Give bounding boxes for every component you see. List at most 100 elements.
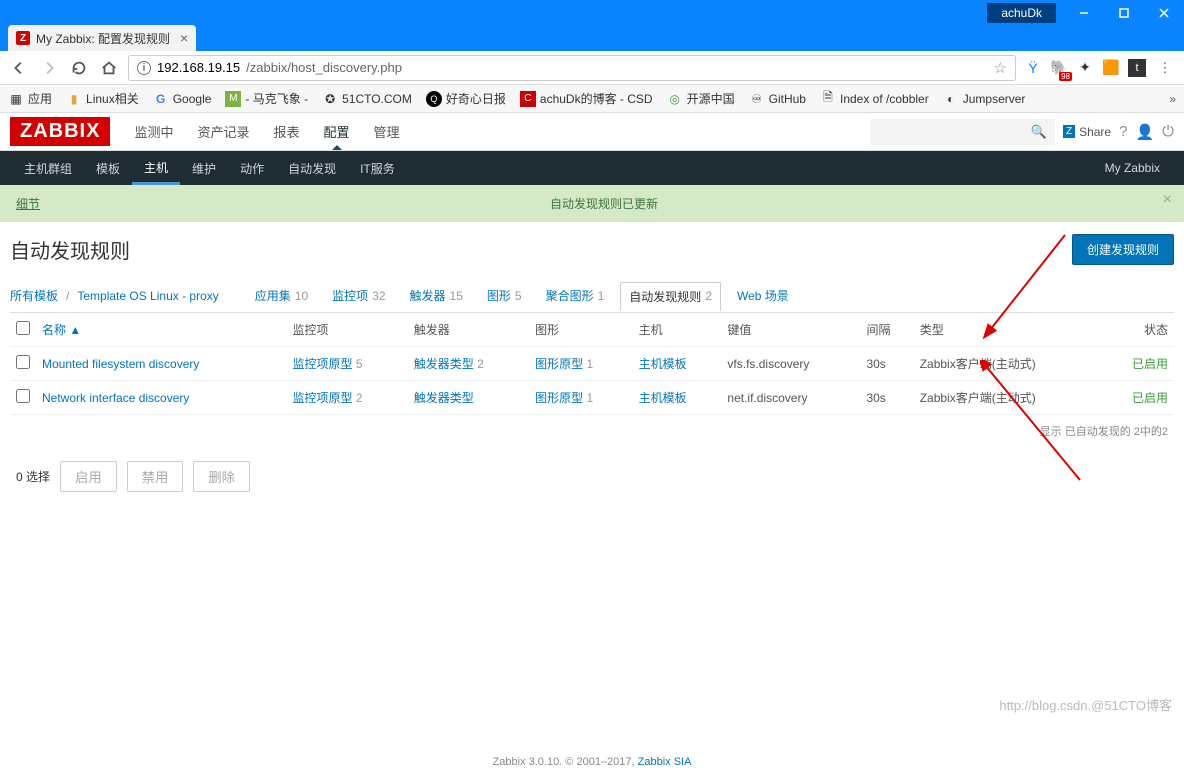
forward-button[interactable] bbox=[38, 57, 60, 79]
ext-icon-5[interactable]: t bbox=[1128, 59, 1146, 77]
browser-menu-button[interactable]: ⋮ bbox=[1154, 57, 1176, 79]
ext-icon-4[interactable]: 🟧 bbox=[1102, 59, 1120, 77]
site-info-icon[interactable]: i bbox=[137, 61, 151, 75]
item-prototypes-link[interactable]: 监控项原型 bbox=[292, 391, 352, 405]
bookmark-item[interactable]: M- 马克飞象 - bbox=[225, 90, 308, 107]
page-title: 自动发现规则 bbox=[10, 235, 130, 264]
rule-name-link[interactable]: Mounted filesystem discovery bbox=[42, 357, 199, 371]
tab-close-icon[interactable]: × bbox=[180, 30, 188, 46]
ext-icon-evernote[interactable]: 🐘 bbox=[1050, 59, 1068, 77]
trigger-prototypes-link[interactable]: 触发器类型 bbox=[414, 357, 474, 371]
tab-triggers[interactable]: 触发器 15 bbox=[402, 282, 471, 309]
row-checkbox[interactable] bbox=[16, 389, 30, 403]
tab-web[interactable]: Web 场景 bbox=[729, 282, 797, 309]
ext-icon-1[interactable]: Ÿ bbox=[1024, 59, 1042, 77]
footer-link[interactable]: Zabbix SIA bbox=[638, 756, 692, 768]
reload-button[interactable] bbox=[68, 57, 90, 79]
graph-prototypes-link[interactable]: 图形原型 bbox=[535, 391, 583, 405]
bookmark-item[interactable]: ◐Jumpserver bbox=[943, 91, 1026, 107]
enable-button[interactable]: 启用 bbox=[60, 461, 117, 492]
url-host: 192.168.19.15 bbox=[157, 60, 240, 75]
subnav-templates[interactable]: 模板 bbox=[84, 153, 132, 184]
home-button[interactable] bbox=[98, 57, 120, 79]
bookmark-item[interactable]: 🗎Index of /cobbler bbox=[820, 91, 929, 107]
bookmark-item[interactable]: ◎开源中国 bbox=[667, 90, 735, 107]
url-input[interactable]: i 192.168.19.15/zabbix/host_discovery.ph… bbox=[128, 55, 1016, 81]
trigger-prototypes-link[interactable]: 触发器类型 bbox=[414, 391, 474, 405]
cell-interval: 30s bbox=[860, 347, 913, 381]
nav-reports[interactable]: 报表 bbox=[261, 114, 311, 149]
ext-icon-3[interactable]: ✦ bbox=[1076, 59, 1094, 77]
col-interval: 间隔 bbox=[860, 313, 913, 347]
breadcrumb-template[interactable]: Template OS Linux - proxy bbox=[77, 289, 218, 303]
success-alert: 细节 自动发现规则已更新 × bbox=[0, 185, 1184, 222]
tab-screens[interactable]: 聚合图形 1 bbox=[538, 282, 613, 309]
help-icon[interactable]: ? bbox=[1119, 123, 1127, 140]
bookmark-item[interactable]: CachuDk的博客 - CSD bbox=[520, 90, 653, 107]
watermark: http://blog.csdn.@51CTO博客 bbox=[999, 695, 1172, 714]
bookmark-star-icon[interactable]: ☆ bbox=[994, 59, 1007, 77]
row-checkbox[interactable] bbox=[16, 355, 30, 369]
tab-discovery-rules[interactable]: 自动发现规则 2 bbox=[620, 282, 721, 311]
subnav-hosts[interactable]: 主机 bbox=[132, 152, 180, 185]
status-link[interactable]: 已启用 bbox=[1132, 357, 1168, 371]
header-right: 🔍 ZShare ? 👤 ⏻ bbox=[870, 119, 1184, 145]
bookmark-bar: ▦应用 ▮Linux相关 GGoogle M- 马克飞象 - ✪51CTO.CO… bbox=[0, 85, 1184, 113]
tab-items[interactable]: 监控项 32 bbox=[324, 282, 393, 309]
address-bar: i 192.168.19.15/zabbix/host_discovery.ph… bbox=[0, 51, 1184, 85]
search-input[interactable]: 🔍 bbox=[870, 119, 1055, 145]
logout-icon[interactable]: ⏻ bbox=[1162, 123, 1174, 140]
col-type: 类型 bbox=[914, 313, 1103, 347]
filter-tabs: 所有模板 / Template OS Linux - proxy 应用集 10 … bbox=[10, 279, 1174, 313]
alert-detail-link[interactable]: 细节 bbox=[16, 195, 40, 212]
footer: Zabbix 3.0.10. © 2001–2017, Zabbix SIA bbox=[10, 756, 1174, 768]
breadcrumb-all-templates[interactable]: 所有模板 bbox=[10, 287, 58, 304]
create-rule-button[interactable]: 创建发现规则 bbox=[1072, 234, 1174, 265]
bookmark-item[interactable]: ✪51CTO.COM bbox=[322, 91, 412, 107]
back-button[interactable] bbox=[8, 57, 30, 79]
graph-prototypes-link[interactable]: 图形原型 bbox=[535, 357, 583, 371]
tab-applications[interactable]: 应用集 10 bbox=[247, 282, 316, 309]
cell-key: vfs.fs.discovery bbox=[721, 347, 860, 381]
maximize-button[interactable] bbox=[1104, 0, 1144, 25]
host-prototypes-link[interactable]: 主机模板 bbox=[639, 357, 687, 371]
item-prototypes-link[interactable]: 监控项原型 bbox=[292, 357, 352, 371]
zabbix-logo[interactable]: ZABBIX bbox=[10, 117, 110, 146]
bookmark-item[interactable]: ▮Linux相关 bbox=[66, 90, 139, 107]
subnav-discovery[interactable]: 自动发现 bbox=[276, 153, 348, 184]
delete-button[interactable]: 删除 bbox=[193, 461, 250, 492]
window-user: achuDk bbox=[987, 3, 1056, 23]
subnav-actions[interactable]: 动作 bbox=[228, 153, 276, 184]
close-button[interactable] bbox=[1144, 0, 1184, 25]
status-link[interactable]: 已启用 bbox=[1132, 391, 1168, 405]
bookmark-item[interactable]: Q好奇心日报 bbox=[426, 90, 506, 107]
alert-close-icon[interactable]: × bbox=[1163, 191, 1172, 209]
cell-type: Zabbix客户端(主动式) bbox=[914, 381, 1103, 415]
host-prototypes-link[interactable]: 主机模板 bbox=[639, 391, 687, 405]
alert-message: 自动发现规则已更新 bbox=[550, 195, 658, 212]
url-path: /zabbix/host_discovery.php bbox=[246, 60, 402, 75]
subnav-hostgroups[interactable]: 主机群组 bbox=[12, 153, 84, 184]
subnav-myzabbix[interactable]: My Zabbix bbox=[1093, 154, 1172, 182]
col-name[interactable]: 名称 ▲ bbox=[42, 323, 81, 337]
bookmark-item[interactable]: ♾GitHub bbox=[749, 91, 806, 107]
browser-tab[interactable]: Z My Zabbix: 配置发现规则 × bbox=[8, 25, 196, 51]
apps-button[interactable]: ▦应用 bbox=[8, 90, 52, 107]
nav-configuration[interactable]: 配置 bbox=[312, 114, 362, 149]
bookmark-item[interactable]: GGoogle bbox=[153, 91, 212, 107]
nav-inventory[interactable]: 资产记录 bbox=[185, 114, 261, 149]
select-all-checkbox[interactable] bbox=[16, 321, 30, 335]
rule-name-link[interactable]: Network interface discovery bbox=[42, 391, 189, 405]
disable-button[interactable]: 禁用 bbox=[127, 461, 184, 492]
bookmark-overflow[interactable]: » bbox=[1169, 92, 1176, 106]
tab-graphs[interactable]: 图形 5 bbox=[479, 282, 530, 309]
col-status: 状态 bbox=[1103, 313, 1174, 347]
nav-administration[interactable]: 管理 bbox=[362, 114, 412, 149]
subnav-maintenance[interactable]: 维护 bbox=[180, 153, 228, 184]
favicon: Z bbox=[16, 31, 30, 45]
nav-monitoring[interactable]: 监测中 bbox=[122, 114, 185, 149]
share-button[interactable]: ZShare bbox=[1063, 125, 1111, 139]
subnav-itservices[interactable]: IT服务 bbox=[348, 153, 407, 184]
user-icon[interactable]: 👤 bbox=[1135, 123, 1154, 141]
minimize-button[interactable] bbox=[1064, 0, 1104, 25]
